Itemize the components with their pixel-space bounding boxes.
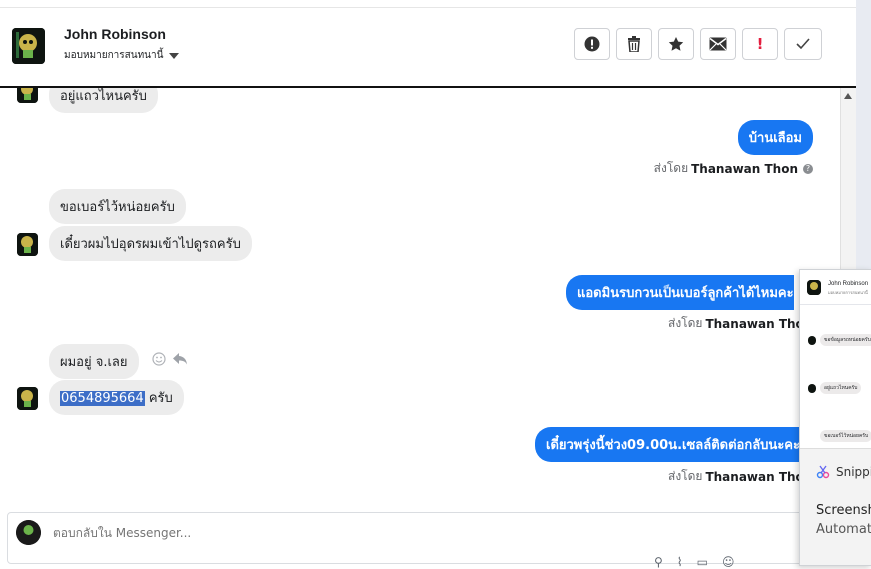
checkmark-icon — [796, 38, 810, 50]
message-hover-actions — [152, 352, 188, 366]
top-border — [0, 0, 856, 8]
emoji-react-icon[interactable] — [152, 352, 166, 366]
reply-input[interactable] — [53, 526, 653, 540]
scroll-up-arrow-icon[interactable] — [844, 93, 852, 99]
star-icon — [668, 37, 684, 51]
popup-message-row: ขอเบอร์ไว้หน่อยครับ — [820, 430, 871, 442]
emoji-icon[interactable]: ☺ — [722, 555, 735, 569]
contact-avatar — [808, 335, 816, 345]
mark-unread-button[interactable] — [700, 28, 736, 60]
popup-header: John Robinson มอบหมายการสนทนานี้ — [800, 270, 871, 305]
contact-avatar — [17, 88, 38, 103]
sent-by-label: ส่งโดย Thanawan Thon — [668, 314, 812, 333]
contact-avatar — [17, 233, 38, 256]
exclamation-icon: ! — [756, 35, 764, 53]
message-bubble-incoming[interactable]: เดี๋ยวผมไปอุดรผมเข้าไปดูรถครับ — [49, 226, 252, 261]
popup-contact-name: John Robinson — [828, 281, 869, 287]
composer-toolbar: ⚲ ⌇ ▭ ☺ — [654, 555, 735, 569]
reply-box[interactable]: ⚲ ⌇ ▭ ☺ — [7, 512, 807, 569]
saved-reply-icon[interactable]: ▭ — [697, 555, 708, 569]
alert-circle-icon — [584, 36, 600, 52]
sent-by-name: Thanawan Thon — [705, 469, 813, 484]
message-bubble-outgoing[interactable]: แอดมินรบกวนเป็นเบอร์ลูกค้าได้ไหมคะ — [566, 275, 794, 310]
assign-conversation-dropdown[interactable]: มอบหมายการสนทนานี้ — [64, 48, 180, 63]
help-icon[interactable]: ? — [803, 163, 813, 174]
message-bubble-incoming[interactable]: ผมอยู่ จ.เลย — [49, 344, 139, 379]
spam-button[interactable] — [574, 28, 610, 60]
popup-subtitle: มอบหมายการสนทนานี้ — [828, 290, 868, 295]
assign-label: มอบหมายการสนทนานี้ — [64, 50, 164, 61]
trash-icon — [628, 36, 640, 52]
delete-button[interactable] — [616, 28, 652, 60]
contact-avatar — [17, 387, 38, 410]
snipping-tool-label: Snipping Tool — [836, 465, 871, 479]
snipping-preview-popup[interactable]: John Robinson มอบหมายการสนทนานี้ ขอข้อมู… — [799, 269, 871, 566]
contact-avatar — [807, 280, 821, 295]
contact-avatar — [808, 383, 816, 393]
page-avatar — [16, 520, 41, 545]
contact-avatar[interactable] — [12, 28, 45, 64]
sent-by-prefix: ส่งโดย — [653, 161, 689, 175]
message-text: ครับ — [144, 391, 173, 406]
snip-message: Screenshot copied — [816, 503, 871, 518]
reply-icon[interactable] — [172, 352, 188, 366]
message-bubble-outgoing[interactable]: เดี๋ยวพรุ่งนี้ช่วง09.00น.เซลล์ติดต่อกลับ… — [535, 427, 800, 462]
done-button[interactable] — [784, 28, 822, 60]
snipping-tool-icon — [816, 465, 830, 479]
follow-up-button[interactable]: ! — [742, 28, 778, 60]
snip-submessage: Automatically saved — [816, 522, 871, 537]
snipping-tool-title: Snipping Tool — [816, 465, 871, 479]
conversation-actions: ! — [574, 28, 822, 60]
popup-message-row: อยู่แถวไหนครับ — [808, 382, 862, 394]
reply-composer: ⚲ ⌇ ▭ ☺ — [0, 500, 856, 569]
sent-by-prefix: ส่งโดย — [668, 469, 703, 483]
message-bubble-outgoing[interactable]: บ้านเลือม — [737, 120, 813, 155]
message-bubble-incoming[interactable]: 0654895664 ครับ — [49, 380, 184, 415]
attachment-icon[interactable]: ⌇ — [677, 555, 683, 569]
popup-message: อยู่แถวไหนครับ — [820, 382, 862, 394]
contact-name[interactable]: John Robinson — [64, 26, 166, 42]
sent-by-label: ส่งโดย Thanawan Thon ? — [654, 159, 813, 178]
sent-by-label: ส่งโดย Thanawan Thon — [668, 467, 812, 486]
sent-by-name: Thanawan Thon — [705, 316, 813, 331]
envelope-icon — [709, 37, 727, 51]
message-thread[interactable]: อยู่แถวไหนครับ บ้านเลือม ส่งโดย Thanawan… — [0, 86, 856, 502]
message-bubble-incoming[interactable]: อยู่แถวไหนครับ — [49, 88, 158, 113]
sent-by-prefix: ส่งโดย — [668, 316, 703, 330]
popup-message-row: ขอข้อมูลรถหน่อยครับ — [808, 334, 871, 346]
sent-by-name: Thanawan Thon — [691, 161, 798, 176]
popup-message: ขอเบอร์ไว้หน่อยครับ — [820, 430, 871, 442]
snipping-tool-notification[interactable]: Snipping Tool Screenshot copied Automati… — [800, 448, 871, 565]
selected-phone-text[interactable]: 0654895664 — [60, 391, 145, 406]
popup-message: ขอข้อมูลรถหน่อยครับ — [820, 334, 871, 346]
star-button[interactable] — [658, 28, 694, 60]
caret-down-icon — [169, 52, 180, 59]
add-person-icon[interactable]: ⚲ — [654, 555, 663, 569]
message-bubble-incoming[interactable]: ขอเบอร์ไว้หน่อยครับ — [49, 189, 186, 224]
conversation-header: John Robinson มอบหมายการสนทนานี้ ! — [0, 8, 856, 86]
